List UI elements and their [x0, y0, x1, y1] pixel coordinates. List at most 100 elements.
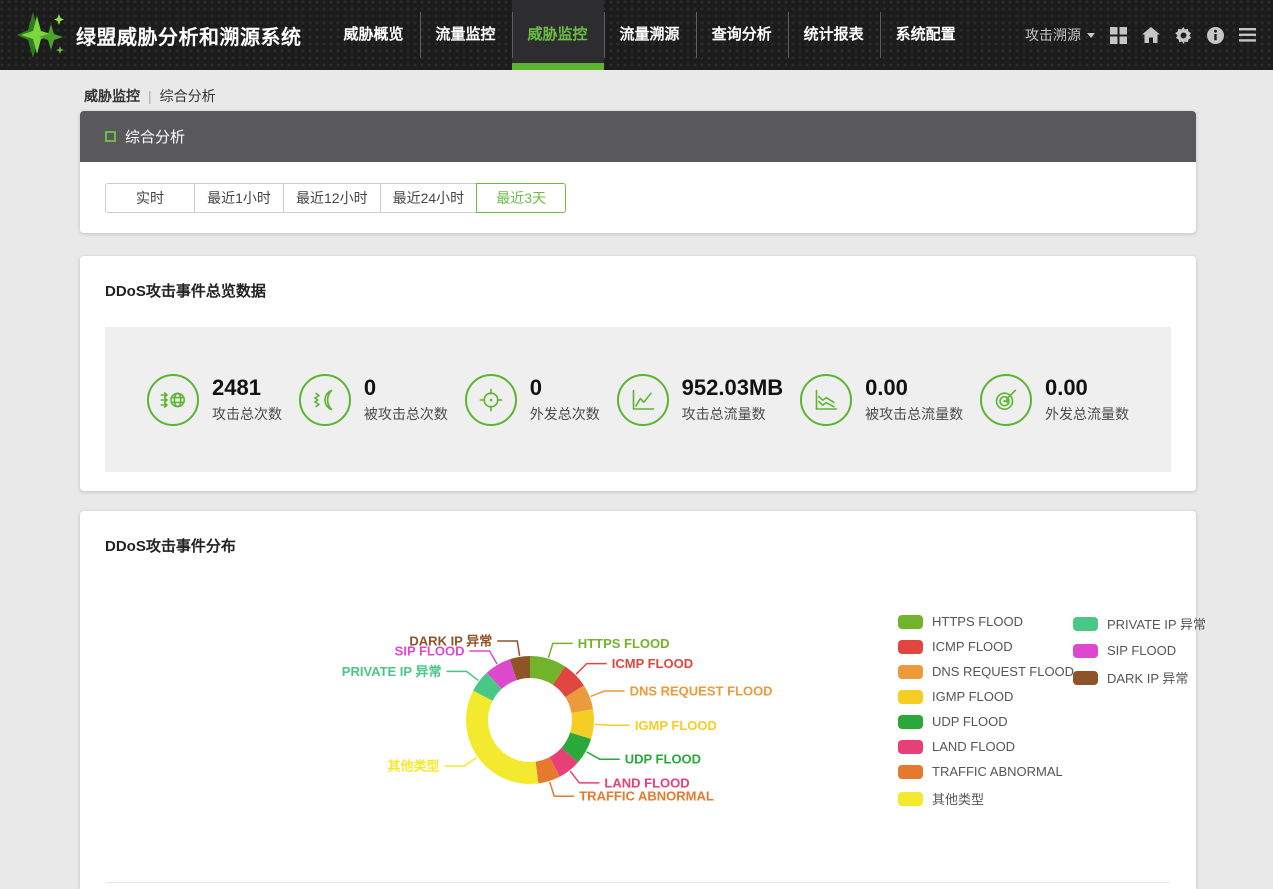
attack-traffic-icon	[617, 374, 669, 426]
nav-right: 攻击溯源	[1025, 0, 1273, 70]
time-filter-option-1[interactable]: 实时	[105, 183, 195, 213]
legend-label: TRAFFIC ABNORMAL	[932, 764, 1063, 779]
legend-swatch	[898, 615, 923, 629]
stat-text: 0外发总次数	[530, 375, 600, 424]
legend-label: 其他类型	[932, 789, 984, 808]
main-nav: 威胁概览流量监控威胁监控流量溯源查询分析统计报表系统配置	[328, 0, 972, 70]
legend-swatch	[898, 715, 923, 729]
donut-label-line	[570, 771, 599, 783]
legend-item-land-flood[interactable]: LAND FLOOD	[898, 739, 1061, 754]
legend-label: DARK IP 异常	[1107, 668, 1188, 687]
panel-title: 综合分析	[125, 126, 185, 147]
analysis-panel-card: 综合分析 实时最近1小时最近12小时最近24小时最近3天	[80, 111, 1196, 233]
time-filter-option-2[interactable]: 最近1小时	[194, 183, 284, 213]
stat-value: 0	[364, 375, 448, 400]
legend-label: DNS REQUEST FLOOD	[932, 664, 1074, 679]
donut-label-line	[591, 691, 625, 696]
nav-tab-2[interactable]: 流量监控	[420, 0, 512, 70]
brand-logo-icon	[13, 10, 67, 60]
donut-label-line	[446, 671, 478, 680]
outbound-traffic-icon	[980, 374, 1032, 426]
stat-item-5: 0.00被攻击总流量数	[800, 374, 963, 426]
stat-label: 被攻击总次数	[364, 404, 448, 424]
donut-label-line	[587, 752, 620, 759]
time-filter-section: 实时最近1小时最近12小时最近24小时最近3天	[80, 162, 1196, 233]
legend-swatch	[898, 690, 923, 704]
info-icon[interactable]	[1207, 27, 1224, 44]
menu-icon[interactable]	[1239, 28, 1256, 42]
time-filter-option-4[interactable]: 最近24小时	[380, 183, 478, 213]
legend-swatch	[898, 640, 923, 654]
legend-item-private-ip[interactable]: PRIVATE IP 异常	[1073, 614, 1236, 633]
legend-swatch	[898, 792, 923, 806]
stat-value: 0.00	[1045, 375, 1129, 400]
legend-item-dns-request-flood[interactable]: DNS REQUEST FLOOD	[898, 664, 1061, 679]
stat-text: 2481攻击总次数	[212, 375, 282, 424]
stat-value: 952.03MB	[682, 375, 784, 400]
breadcrumb-item-1[interactable]: 威胁监控	[84, 88, 140, 104]
stat-item-3: 0外发总次数	[465, 374, 600, 426]
legend-item-igmp-flood[interactable]: IGMP FLOOD	[898, 689, 1061, 704]
nav-tab-7[interactable]: 系统配置	[880, 0, 972, 70]
legend-item-icmp-flood[interactable]: ICMP FLOOD	[898, 639, 1061, 654]
donut-label-dark-ip: DARK IP 异常	[409, 634, 492, 649]
attack-count-icon	[147, 374, 199, 426]
legend-item-dark-ip[interactable]: DARK IP 异常	[1073, 668, 1236, 687]
nav-tab-1[interactable]: 威胁概览	[328, 0, 420, 70]
brand-title: 绿盟威胁分析和溯源系统	[76, 21, 302, 50]
ddos-distribution-card: DDoS攻击事件分布 HTTPS FLOOD ICMP FLOOD DNS REQU…	[80, 511, 1196, 889]
legend-item-traffic-abnormal[interactable]: TRAFFIC ABNORMAL	[898, 764, 1061, 779]
nav-tab-6[interactable]: 统计报表	[788, 0, 880, 70]
legend-label: PRIVATE IP 异常	[1107, 614, 1206, 633]
stat-item-6: 0.00 外发总流量数	[980, 374, 1129, 426]
legend-item-https-flood[interactable]: HTTPS FLOOD	[898, 614, 1061, 629]
legend-swatch	[898, 765, 923, 779]
donut-label-icmp-flood: ICMP FLOOD	[612, 656, 693, 671]
legend-label: LAND FLOOD	[932, 739, 1015, 754]
chart-legend: HTTPS FLOOD ICMP FLOOD DNS REQUEST FLOOD IG…	[898, 614, 1196, 836]
breadcrumb: 威胁监控|综合分析	[84, 86, 1273, 103]
chevron-down-icon	[1087, 33, 1095, 38]
legend-item-udp-flood[interactable]: UDP FLOOD	[898, 714, 1061, 729]
legend-item-slice-7[interactable]: 其他类型	[898, 789, 1061, 808]
legend-swatch	[1073, 617, 1098, 631]
page-content: 综合分析 实时最近1小时最近12小时最近24小时最近3天 DDoS攻击事件总览数…	[80, 111, 1196, 889]
legend-item-sip-flood[interactable]: SIP FLOOD	[1073, 643, 1236, 658]
outbound-count-icon	[465, 374, 517, 426]
donut-label-line	[469, 651, 497, 664]
time-filter-group: 实时最近1小时最近12小时最近24小时最近3天	[105, 183, 566, 213]
nav-tab-3[interactable]: 威胁监控	[512, 0, 604, 70]
attack-trace-dropdown-label: 攻击溯源	[1025, 25, 1081, 45]
donut-label-line	[550, 782, 575, 796]
legend-label: UDP FLOOD	[932, 714, 1008, 729]
donut-label-line	[549, 643, 573, 657]
donut-label-udp-flood: UDP FLOOD	[625, 752, 701, 767]
attack-trace-dropdown[interactable]: 攻击溯源	[1025, 25, 1095, 45]
distribution-title: DDoS攻击事件分布	[105, 535, 1171, 556]
attacked-traffic-icon	[800, 374, 852, 426]
stat-label: 攻击总流量数	[682, 404, 784, 424]
attacked-count-icon	[299, 374, 351, 426]
legend-swatch	[1073, 644, 1098, 658]
time-filter-option-3[interactable]: 最近12小时	[283, 183, 381, 213]
nav-tab-5[interactable]: 查询分析	[696, 0, 788, 70]
donut-slice-slice-7[interactable]	[466, 691, 538, 784]
gear-icon[interactable]	[1175, 27, 1192, 44]
donut-label-slice-7: 其他类型	[388, 759, 440, 774]
donut-label-private-ip: PRIVATE IP 异常	[342, 664, 442, 679]
donut-label-igmp-flood: IGMP FLOOD	[635, 718, 717, 733]
home-icon[interactable]	[1142, 27, 1160, 43]
stat-label: 外发总流量数	[1045, 404, 1129, 424]
donut-label-line	[445, 757, 477, 766]
panel-square-icon	[105, 131, 116, 142]
legend-label: HTTPS FLOOD	[932, 614, 1023, 629]
section-divider	[106, 882, 1170, 883]
nav-tab-4[interactable]: 流量溯源	[604, 0, 696, 70]
stat-value: 0	[530, 375, 600, 400]
time-filter-option-5[interactable]: 最近3天	[476, 183, 566, 213]
stats-strip: 2481攻击总次数 0被攻击总次数 0外发总次数 952.03MB攻击总流量数 …	[105, 327, 1171, 472]
legend-swatch	[898, 665, 923, 679]
grid-icon[interactable]	[1110, 27, 1127, 44]
legend-label: IGMP FLOOD	[932, 689, 1013, 704]
stat-item-1: 2481攻击总次数	[147, 374, 282, 426]
